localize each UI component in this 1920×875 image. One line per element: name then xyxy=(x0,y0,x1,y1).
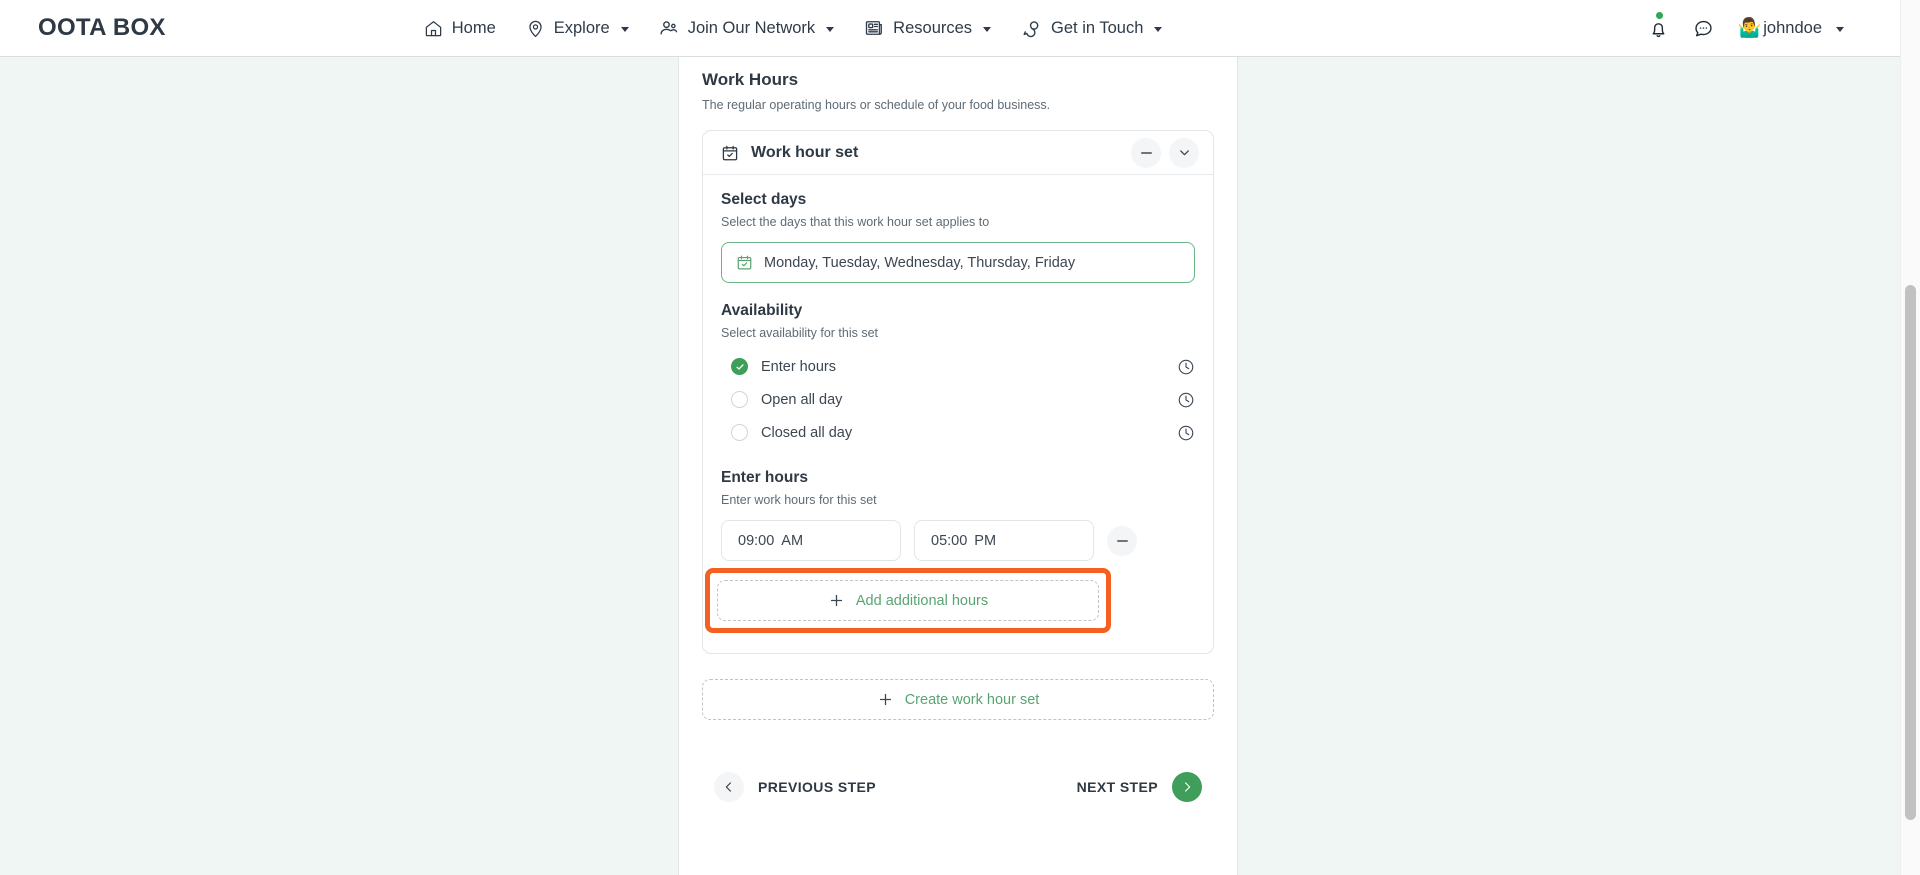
chevron-down-icon xyxy=(1836,27,1844,32)
user-menu[interactable]: 🤷‍♂️ johndoe xyxy=(1738,19,1844,38)
availability-title: Availability xyxy=(721,302,1195,320)
page-scrollbar-track[interactable] xyxy=(1900,0,1920,875)
nav-item-home[interactable]: Home xyxy=(424,19,496,38)
clock-icon[interactable] xyxy=(1177,424,1195,442)
start-time-input[interactable]: 09:00 AM xyxy=(721,520,901,561)
top-navigation-bar: OOTA BOX Home Explore xyxy=(0,0,1900,57)
start-time-meridiem: AM xyxy=(781,533,803,549)
chevron-down-icon xyxy=(621,27,629,32)
calendar-check-icon xyxy=(721,144,739,162)
primary-nav: Home Explore Join Our Network xyxy=(424,18,1163,39)
work-hour-set-title: Work hour set xyxy=(751,144,858,162)
radio-unchecked-icon xyxy=(731,424,748,441)
radio-unchecked-icon xyxy=(731,391,748,408)
location-pin-icon xyxy=(526,19,545,38)
availability-option-open-all-day[interactable]: Open all day xyxy=(721,383,1195,416)
previous-step-label: PREVIOUS STEP xyxy=(758,779,876,795)
next-step-label: NEXT STEP xyxy=(1077,779,1158,795)
nav-item-join-our-network[interactable]: Join Our Network xyxy=(659,18,834,38)
radio-checked-icon xyxy=(731,358,748,375)
nav-item-resources-label: Resources xyxy=(893,19,972,38)
chevron-down-icon xyxy=(826,27,834,32)
people-icon xyxy=(659,18,679,38)
add-additional-hours-highlight: Add additional hours xyxy=(705,568,1111,633)
start-time-value: 09:00 xyxy=(738,533,774,549)
username-label: johndoe xyxy=(1763,19,1822,38)
select-days-value: Monday, Tuesday, Wednesday, Thursday, Fr… xyxy=(764,255,1075,271)
select-days-input[interactable]: Monday, Tuesday, Wednesday, Thursday, Fr… xyxy=(721,242,1195,283)
availability-option-closed-all-day[interactable]: Closed all day xyxy=(721,416,1195,449)
select-days-section: Select days Select the days that this wo… xyxy=(721,191,1195,283)
remove-time-range-button[interactable] xyxy=(1107,526,1137,556)
page-scrollbar-thumb[interactable] xyxy=(1905,285,1916,820)
step-navigation: PREVIOUS STEP NEXT STEP xyxy=(702,772,1214,802)
next-step-button[interactable]: NEXT STEP xyxy=(1077,772,1202,802)
work-hour-set-card: Work hour set Select days Select the day… xyxy=(702,130,1214,654)
availability-option-label: Enter hours xyxy=(761,359,836,375)
chevron-left-icon xyxy=(714,772,744,802)
add-additional-hours-label: Add additional hours xyxy=(856,593,988,609)
page-title: Work Hours xyxy=(702,70,1214,90)
clock-icon[interactable] xyxy=(1177,358,1195,376)
previous-step-button[interactable]: PREVIOUS STEP xyxy=(714,772,876,802)
work-hour-set-actions xyxy=(1131,138,1199,168)
chevron-right-icon xyxy=(1172,772,1202,802)
page-subtitle: The regular operating hours or schedule … xyxy=(702,98,1214,112)
chevron-down-icon xyxy=(1154,27,1162,32)
nav-right-actions: 🤷‍♂️ johndoe xyxy=(1648,18,1844,39)
plus-icon xyxy=(877,691,894,708)
chat-bubbles-icon xyxy=(1021,18,1042,39)
end-time-value: 05:00 xyxy=(931,533,967,549)
availability-option-label: Open all day xyxy=(761,392,842,408)
nav-item-join-our-network-label: Join Our Network xyxy=(688,19,815,38)
nav-item-explore-label: Explore xyxy=(554,19,610,38)
nav-item-home-label: Home xyxy=(452,19,496,38)
minus-icon xyxy=(1141,152,1152,154)
brand-logo[interactable]: OOTA BOX xyxy=(38,14,166,42)
home-icon xyxy=(424,19,443,38)
add-additional-hours-button[interactable]: Add additional hours xyxy=(717,580,1099,621)
message-bubble-button[interactable] xyxy=(1693,18,1714,39)
nav-item-get-in-touch-label: Get in Touch xyxy=(1051,19,1143,38)
enter-hours-section: Enter hours Enter work hours for this se… xyxy=(721,469,1195,561)
availability-description: Select availability for this set xyxy=(721,326,1195,340)
availability-option-enter-hours[interactable]: Enter hours xyxy=(721,350,1195,383)
collapse-work-hour-set-button[interactable] xyxy=(1169,138,1199,168)
work-hours-content-panel: Work Hours The regular operating hours o… xyxy=(678,57,1238,875)
create-work-hour-set-label: Create work hour set xyxy=(905,692,1040,708)
work-hour-set-body: Select days Select the days that this wo… xyxy=(703,175,1213,653)
notification-bell-icon xyxy=(1648,18,1669,39)
end-time-meridiem: PM xyxy=(974,533,996,549)
select-days-description: Select the days that this work hour set … xyxy=(721,215,1195,229)
time-range-row: 09:00 AM 05:00 PM xyxy=(721,520,1195,561)
minus-icon xyxy=(1117,540,1128,542)
enter-hours-description: Enter work hours for this set xyxy=(721,493,1195,507)
chevron-down-icon xyxy=(983,27,991,32)
end-time-input[interactable]: 05:00 PM xyxy=(914,520,1094,561)
clock-icon[interactable] xyxy=(1177,391,1195,409)
notification-bell-button[interactable] xyxy=(1648,18,1669,39)
create-work-hour-set-button[interactable]: Create work hour set xyxy=(702,679,1214,720)
work-hour-set-header: Work hour set xyxy=(703,131,1213,175)
news-article-icon xyxy=(864,18,884,38)
nav-item-explore[interactable]: Explore xyxy=(526,19,629,38)
nav-item-get-in-touch[interactable]: Get in Touch xyxy=(1021,18,1162,39)
enter-hours-title: Enter hours xyxy=(721,469,1195,487)
notification-dot-badge xyxy=(1656,12,1663,19)
message-bubble-icon xyxy=(1693,18,1714,39)
availability-section: Availability Select availability for thi… xyxy=(721,302,1195,449)
avatar: 🤷‍♂️ xyxy=(1738,19,1762,38)
calendar-check-icon xyxy=(736,254,753,271)
plus-icon xyxy=(828,592,845,609)
remove-work-hour-set-button[interactable] xyxy=(1131,138,1161,168)
chevron-down-icon xyxy=(1177,145,1192,160)
availability-option-label: Closed all day xyxy=(761,425,852,441)
select-days-title: Select days xyxy=(721,191,1195,209)
nav-item-resources[interactable]: Resources xyxy=(864,18,991,38)
